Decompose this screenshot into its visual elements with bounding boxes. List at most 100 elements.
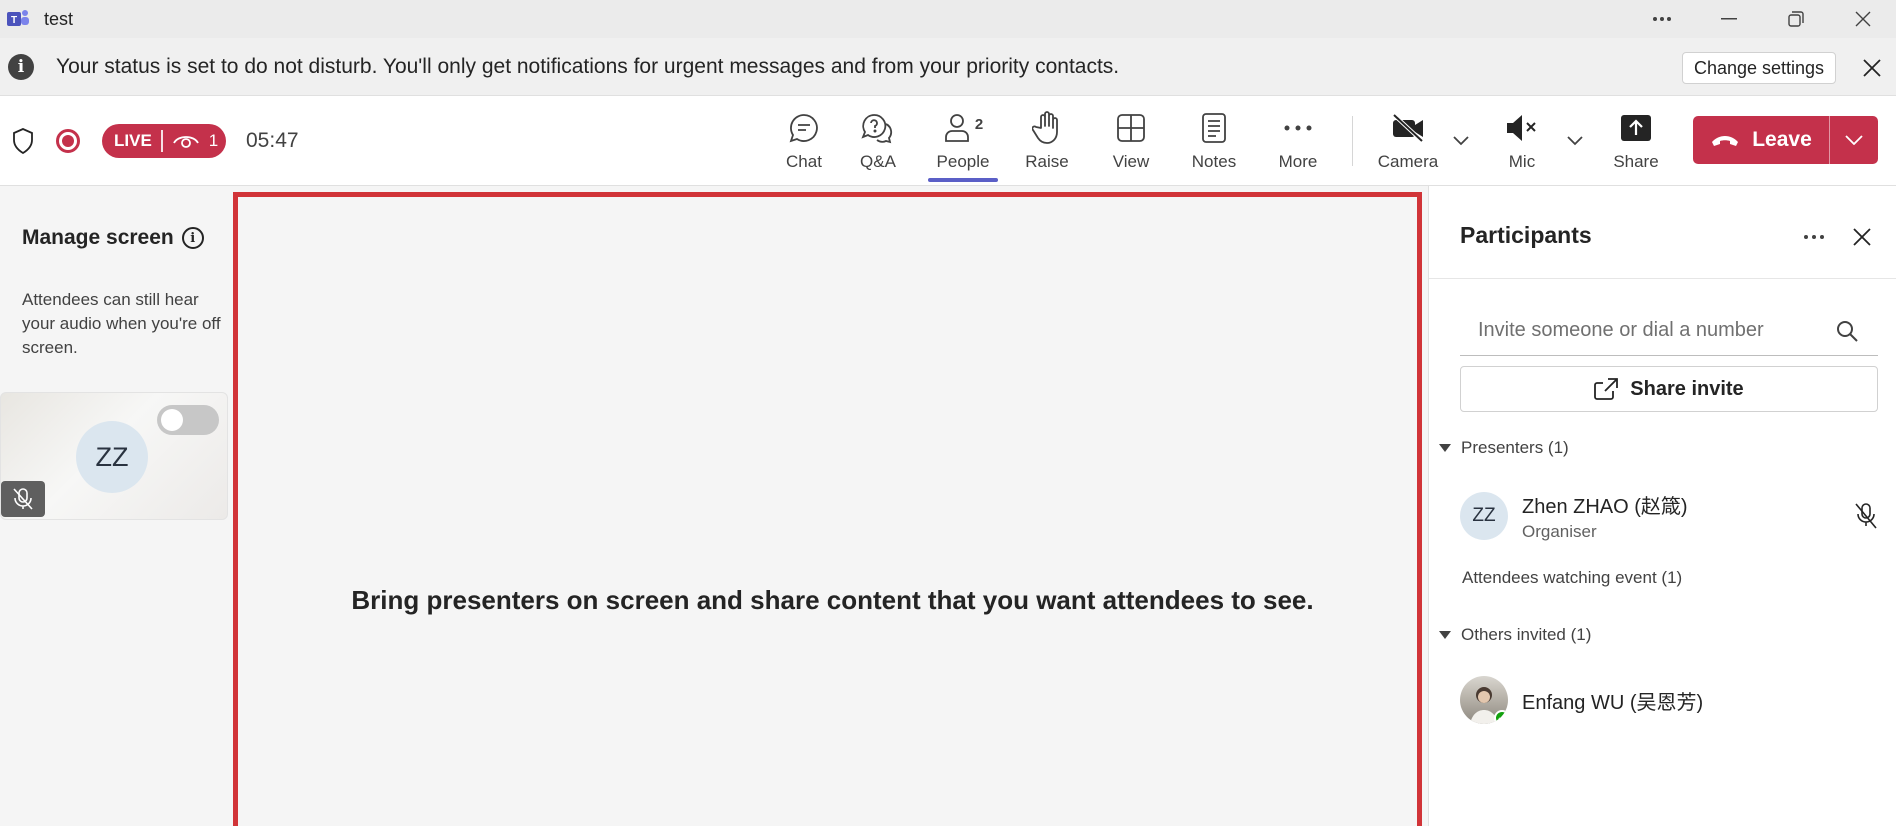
manage-screen-description: Attendees can still hear your audio when…: [22, 290, 221, 357]
avatar: ZZ: [1460, 492, 1508, 540]
participant-name: Zhen ZHAO (赵箴): [1522, 496, 1688, 518]
on-screen-toggle[interactable]: [157, 405, 219, 435]
view-label: View: [1112, 152, 1150, 171]
more-label: More: [1278, 152, 1318, 171]
avatar: ZZ: [76, 421, 148, 493]
toolbar-divider: [1352, 116, 1353, 166]
collapse-triangle-icon: [1439, 444, 1451, 452]
others-heading: Others invited (1): [1461, 625, 1592, 644]
leave-options-chevron-icon[interactable]: [1830, 116, 1878, 164]
window-more-icon[interactable]: [1628, 0, 1695, 38]
raise-hand-button[interactable]: Raise: [1020, 96, 1074, 186]
invite-search-input[interactable]: [1460, 306, 1878, 356]
notes-label: Notes: [1191, 152, 1237, 171]
collapse-triangle-icon: [1439, 631, 1451, 639]
people-label: People: [936, 152, 990, 171]
close-window-icon[interactable]: [1829, 0, 1896, 38]
svg-text:T: T: [11, 15, 17, 26]
participants-more-icon[interactable]: [1799, 222, 1829, 252]
mic-button[interactable]: Mic: [1502, 96, 1542, 186]
viewer-count: 1: [163, 131, 218, 151]
available-status-icon: [1494, 710, 1508, 724]
leave-button[interactable]: Leave: [1693, 116, 1830, 164]
people-active-indicator: [928, 178, 998, 182]
notes-icon: [1201, 110, 1227, 146]
mic-off-icon: [1, 481, 45, 517]
meeting-timer: 05:47: [246, 129, 299, 152]
teams-logo-icon: T: [4, 7, 32, 31]
share-invite-label: Share invite: [1630, 377, 1744, 400]
view-button[interactable]: View: [1110, 96, 1152, 186]
notification-text: Your status is set to do not disturb. Yo…: [56, 54, 1120, 78]
people-icon: 2: [943, 110, 983, 146]
attendees-heading[interactable]: Attendees watching event (1): [1462, 568, 1682, 588]
share-button[interactable]: Share: [1613, 96, 1659, 186]
mic-options-chevron-icon[interactable]: [1564, 130, 1586, 152]
search-icon[interactable]: [1834, 318, 1860, 344]
viewer-count-value: 1: [208, 131, 219, 150]
share-icon: [1594, 378, 1619, 400]
speaker-muted-icon: [1505, 110, 1539, 146]
dnd-notification-bar: i Your status is set to do not disturb. …: [0, 38, 1896, 96]
share-label: Share: [1613, 152, 1659, 171]
notes-button[interactable]: Notes: [1188, 96, 1240, 186]
presenters-section-header[interactable]: Presenters (1): [1439, 438, 1569, 458]
participants-title: Participants: [1460, 222, 1592, 248]
others-invited-section-header[interactable]: Others invited (1): [1439, 625, 1591, 645]
eye-icon: [172, 136, 199, 148]
camera-label: Camera: [1377, 152, 1439, 171]
leave-label: Leave: [1752, 128, 1812, 151]
chat-label: Chat: [786, 152, 822, 171]
change-settings-button[interactable]: Change settings: [1682, 52, 1836, 84]
share-screen-icon: [1620, 110, 1652, 146]
grid-view-icon: [1116, 110, 1146, 146]
participant-name: Enfang WU (吴恩芳): [1522, 691, 1704, 714]
shield-icon[interactable]: [10, 126, 36, 156]
participant-row[interactable]: Enfang WU (吴恩芳): [1460, 676, 1703, 724]
presenters-heading: Presenters (1): [1461, 438, 1569, 457]
live-badge[interactable]: LIVE 1: [102, 124, 226, 158]
hand-icon: [1032, 110, 1062, 146]
raise-label: Raise: [1025, 152, 1069, 171]
camera-off-icon: [1391, 110, 1425, 146]
more-icon: [1284, 110, 1312, 146]
info-icon: i: [8, 53, 34, 80]
meeting-status: LIVE 1 05:47: [10, 96, 299, 186]
hang-up-icon: [1712, 136, 1739, 146]
participant-info: Enfang WU (吴恩芳): [1522, 686, 1703, 715]
camera-options-chevron-icon[interactable]: [1450, 130, 1472, 152]
info-icon[interactable]: i: [181, 227, 204, 249]
more-button[interactable]: More: [1274, 96, 1322, 186]
people-button[interactable]: 2 People: [934, 96, 992, 186]
share-invite-button[interactable]: Share invite: [1460, 366, 1878, 412]
presenter-card[interactable]: ZZ: [0, 392, 228, 520]
chat-button[interactable]: Chat: [774, 96, 834, 186]
title-bar: T test: [0, 0, 1896, 38]
live-label: LIVE: [102, 130, 163, 152]
minimize-icon[interactable]: [1695, 0, 1762, 38]
restore-icon[interactable]: [1762, 0, 1829, 38]
panel-divider: [1429, 278, 1896, 279]
stage-area: Bring presenters on screen and share con…: [233, 192, 1422, 826]
avatar: [1460, 676, 1508, 724]
manage-screen-label: Manage screen: [22, 226, 174, 249]
close-notification-icon[interactable]: [1858, 54, 1886, 82]
qa-button[interactable]: Q&A: [856, 96, 900, 186]
camera-button[interactable]: Camera: [1378, 96, 1438, 186]
mic-off-icon[interactable]: [1853, 501, 1879, 531]
participant-info: Zhen ZHAO (赵箴) Organiser: [1522, 490, 1688, 542]
close-panel-icon[interactable]: [1847, 222, 1877, 252]
window-title: test: [44, 8, 74, 29]
participant-row[interactable]: ZZ Zhen ZHAO (赵箴) Organiser: [1460, 490, 1688, 542]
window-controls: [1628, 0, 1896, 38]
people-count: 2: [974, 115, 984, 133]
manage-screen-title: Manage screen i: [22, 226, 204, 250]
participant-role: Organiser: [1522, 522, 1597, 541]
recording-icon: [56, 129, 80, 153]
chat-icon: [788, 110, 820, 146]
qa-icon: [861, 110, 895, 146]
manage-screen-panel: Manage screen i Attendees can still hear…: [0, 186, 230, 826]
meeting-toolbar: LIVE 1 05:47 Chat Q&A 2 People Raise Vie…: [0, 96, 1896, 186]
leave-button-group: Leave: [1693, 116, 1878, 164]
stage-empty-message: Bring presenters on screen and share con…: [351, 585, 1314, 615]
